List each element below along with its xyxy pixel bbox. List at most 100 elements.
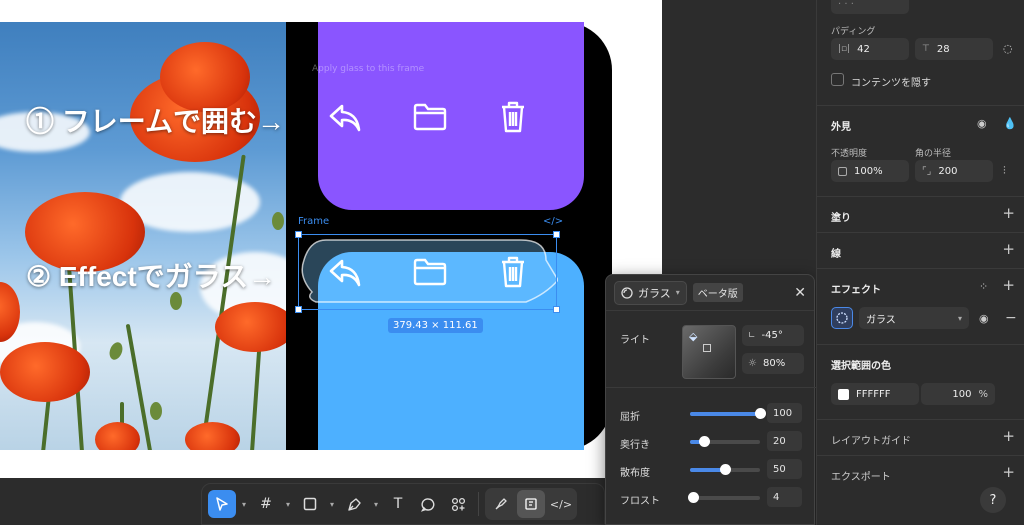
frame-name-label[interactable]: Frame <box>298 216 329 227</box>
actions-tool-button[interactable] <box>444 490 472 518</box>
pen-tool-button[interactable] <box>340 490 368 518</box>
frame-tool-button[interactable]: # <box>252 490 280 518</box>
dispersion-slider[interactable] <box>690 464 760 475</box>
popover-divider <box>606 387 816 388</box>
gap-field[interactable]: · · · <box>831 0 909 14</box>
light-angle-field[interactable]: ∟ -45° <box>742 325 804 346</box>
reply-icon <box>329 104 361 132</box>
light-direction-control[interactable]: ⬙ <box>682 325 736 379</box>
chevron-down-icon[interactable]: ▾ <box>282 490 294 518</box>
color-hex-field[interactable]: FFFFFF <box>831 383 919 405</box>
slider-knob[interactable] <box>755 408 766 419</box>
opacity-field[interactable]: 100% <box>831 160 909 182</box>
dev-mode-icon[interactable]: </> <box>543 216 563 227</box>
add-layout-guide-icon[interactable]: + <box>1002 429 1015 444</box>
refraction-slider[interactable] <box>690 408 766 419</box>
frost-slider[interactable] <box>687 492 760 503</box>
light-intensity-field[interactable]: ☼ 80% <box>742 353 804 374</box>
depth-slider[interactable] <box>690 436 760 447</box>
resize-handle[interactable] <box>295 231 302 238</box>
light-angle-value: -45° <box>761 330 783 341</box>
code-icon: </> <box>549 497 573 511</box>
text-tool-button[interactable]: T <box>384 490 412 518</box>
add-stroke-icon[interactable]: + <box>1002 242 1015 257</box>
corner-radius-icon: ⌜⌟ <box>922 165 932 177</box>
slider-knob[interactable] <box>699 436 710 447</box>
caption-frame: ① フレームで囲む→ <box>26 106 285 137</box>
corner-radius-field[interactable]: ⌜⌟ 200 <box>915 160 993 182</box>
resize-handle[interactable] <box>295 306 302 313</box>
color-hex-value: FFFFFF <box>856 388 891 400</box>
bottom-toolbar: ▾ # ▾ ▾ ▾ T </> <box>201 483 605 525</box>
effect-type-label: ガラス <box>638 286 671 300</box>
add-effect-icon[interactable]: + <box>1002 278 1015 293</box>
glass-icon <box>621 286 633 299</box>
effect-type-value: ガラス <box>866 314 896 326</box>
dispersion-value[interactable]: 50 <box>767 459 802 479</box>
color-opacity-value: 100 <box>952 388 972 400</box>
light-handle[interactable] <box>703 344 711 352</box>
effect-type-select[interactable]: ガラス ▾ <box>614 280 687 305</box>
add-fill-icon[interactable]: + <box>1002 206 1015 221</box>
depth-value[interactable]: 20 <box>767 431 802 451</box>
add-export-icon[interactable]: + <box>1002 465 1015 480</box>
design-icon <box>525 498 537 510</box>
opacity-label: 不透明度 <box>831 149 868 159</box>
slider-knob[interactable] <box>720 464 731 475</box>
depth-label: 奥行き <box>620 440 650 451</box>
close-icon[interactable]: ✕ <box>794 285 806 301</box>
effect-settings-button[interactable] <box>831 307 853 329</box>
slider-knob[interactable] <box>687 492 699 503</box>
opacity-icon <box>838 166 847 176</box>
actions-icon <box>451 497 465 511</box>
resize-handle[interactable] <box>553 306 560 313</box>
horizontal-padding-icon: |▫| <box>838 44 851 54</box>
frost-label: フロスト <box>620 496 660 507</box>
layout-guide-title: レイアウトガイド <box>831 436 911 447</box>
shape-tool-button[interactable] <box>296 490 324 518</box>
chevron-down-icon[interactable]: ▾ <box>326 490 338 518</box>
dispersion-label: 散布度 <box>620 468 650 479</box>
drop-icon[interactable]: 💧 <box>1003 117 1017 130</box>
design-mode-button[interactable] <box>517 490 545 518</box>
color-swatch[interactable] <box>838 388 849 400</box>
help-button[interactable]: ? <box>980 487 1006 513</box>
eye-icon[interactable]: ◉ <box>977 117 987 130</box>
hash-icon: # <box>260 496 272 512</box>
resize-handle[interactable] <box>553 231 560 238</box>
eye-icon[interactable]: ◉ <box>979 312 989 325</box>
dev-mode-button[interactable]: </> <box>547 490 575 518</box>
vertical-padding-field[interactable]: ⊤ 28 <box>915 38 993 60</box>
chevron-down-icon[interactable]: ▾ <box>238 490 250 518</box>
opacity-value: 100% <box>854 165 883 177</box>
light-source-icon: ⬙ <box>689 330 698 343</box>
fill-title: 塗り <box>831 213 851 224</box>
clip-content-label: コンテンツを隠す <box>851 78 931 89</box>
chevron-down-icon: ▾ <box>675 288 680 297</box>
stroke-section: 線 + <box>817 233 1024 269</box>
remove-effect-icon[interactable]: − <box>1005 310 1017 326</box>
pen-icon <box>347 497 361 511</box>
horizontal-padding-field[interactable]: |▫| 42 <box>831 38 909 60</box>
dots-icon: · · · <box>838 0 854 10</box>
beta-badge: ベータ版 <box>692 283 743 302</box>
export-title: エクスポート <box>831 472 891 483</box>
canvas-hint: Apply glass to this frame <box>312 64 425 74</box>
selection-box[interactable] <box>295 231 560 313</box>
effect-type-dropdown[interactable]: ガラス ▾ <box>859 307 969 329</box>
effect-styles-icon[interactable]: ⁘ <box>979 280 988 293</box>
refraction-value[interactable]: 100 <box>767 403 802 423</box>
clip-content-checkbox[interactable] <box>831 73 844 86</box>
move-tool-button[interactable] <box>208 490 236 518</box>
comment-tool-button[interactable] <box>414 490 442 518</box>
color-opacity-field[interactable]: 100 % <box>921 383 995 405</box>
frost-value[interactable]: 4 <box>767 487 802 507</box>
layout-guide-section: レイアウトガイド + <box>817 420 1024 456</box>
poppy-photo <box>0 22 286 450</box>
draw-mode-button[interactable] <box>487 490 515 518</box>
effects-title: エフェクト <box>831 285 881 296</box>
independent-corners-icon[interactable]: ⫶ <box>1003 164 1006 178</box>
stroke-title: 線 <box>831 249 841 260</box>
independent-padding-icon[interactable]: ◌ <box>1003 42 1013 55</box>
chevron-down-icon[interactable]: ▾ <box>370 490 382 518</box>
